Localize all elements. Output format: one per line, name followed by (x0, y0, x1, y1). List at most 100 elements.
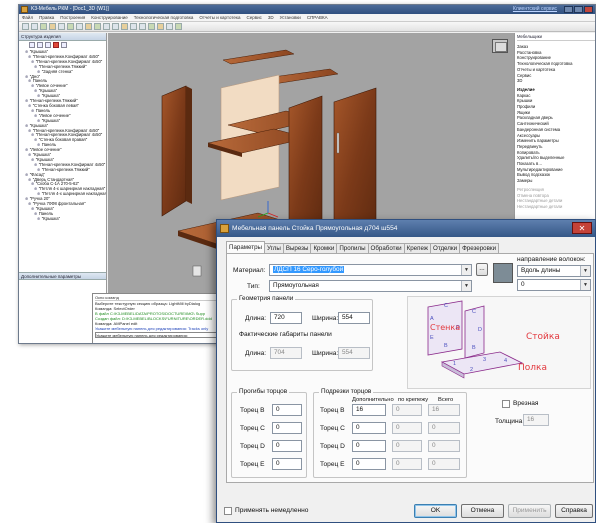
grain-angle-select[interactable]: 0 ▼ (517, 279, 591, 291)
tab-edges[interactable]: Кромки (310, 243, 338, 253)
menu-bar: Файл Правка Построения Конструирование Т… (19, 14, 595, 22)
extra-params-title: Дополнительные параметры (19, 272, 106, 280)
command-item[interactable]: 3D (517, 78, 595, 84)
tree-edit-icon[interactable] (37, 42, 43, 48)
panel-type-select[interactable]: Прямоугольная ▼ (269, 280, 472, 292)
rotate-icon[interactable] (94, 23, 101, 30)
tab-cutouts[interactable]: Вырезы (282, 243, 312, 253)
bend-e-input[interactable]: 0 (272, 458, 302, 470)
command-input[interactable]: Укажите мебельную панель для редактирова… (95, 332, 235, 338)
top-rail-back (222, 49, 295, 65)
bend-d-input[interactable]: 0 (272, 440, 302, 452)
command-item[interactable]: Нестандартные детали (517, 204, 595, 210)
measure-icon[interactable] (166, 23, 173, 30)
menu-item[interactable]: Отчеты и картотека (199, 14, 240, 21)
geometry-group: Геометрия панели Длина: 720 Ширина: 554 … (231, 295, 373, 371)
commands-section-main: Заказ Расстановка Конструирование Технологи… (517, 44, 595, 84)
material-value: ЛДСП 16 Серо-голубой (273, 266, 345, 273)
trim-c-label: Торец C (320, 425, 345, 432)
diagram-letter: C (472, 309, 476, 315)
bend-d-label: Торец D (240, 443, 265, 450)
grid-icon[interactable] (130, 23, 137, 30)
snap-icon[interactable] (121, 23, 128, 30)
redo-icon[interactable] (67, 23, 74, 30)
menu-item[interactable]: СПРАВКА (307, 14, 328, 21)
menu-item[interactable]: Технологическая подготовка (134, 14, 194, 21)
width-input[interactable]: 554 (338, 312, 370, 324)
menu-item[interactable]: Конструирование (91, 14, 128, 21)
trim-b-extra-input[interactable]: 16 (352, 404, 386, 416)
menu-item[interactable]: 3D (268, 14, 274, 21)
tab-machining[interactable]: Обработки (367, 243, 405, 253)
minimize-button[interactable] (564, 6, 573, 13)
menu-item[interactable]: Правка (39, 14, 54, 21)
chevron-down-icon: ▼ (580, 266, 590, 276)
window-controls (564, 6, 593, 13)
shade-icon[interactable] (157, 23, 164, 30)
view-cube-icon[interactable] (492, 39, 508, 53)
layer-icon[interactable] (112, 23, 119, 30)
close-button[interactable] (584, 6, 593, 13)
length-label: Длина: (245, 315, 267, 322)
trim-c-fastener-value: 0 (392, 422, 422, 434)
trim-e-extra-input[interactable]: 0 (352, 458, 386, 470)
menu-item[interactable]: Построения (60, 14, 85, 21)
ortho-icon[interactable] (139, 23, 146, 30)
diagram-letter: B (444, 343, 448, 349)
tree-toolbar (19, 41, 106, 49)
app-titlebar: K3-Мебель РКМ - [Doc1_3D (W1)] Клиентски… (19, 5, 595, 14)
tab-fasteners[interactable]: Крепеж (403, 243, 431, 253)
actual-width-value: 554 (338, 347, 370, 359)
zoom-icon[interactable] (76, 23, 83, 30)
view-icon[interactable] (103, 23, 110, 30)
undo-icon[interactable] (58, 23, 65, 30)
dialog-close-button[interactable]: ✕ (572, 222, 592, 234)
menu-item[interactable]: Файл (22, 14, 33, 21)
help-link[interactable]: Клиентский сервис (513, 5, 557, 14)
grain-direction-select[interactable]: Вдоль длины ▼ (517, 265, 591, 277)
new-file-icon[interactable] (22, 23, 29, 30)
diagram-letter: 4 (504, 358, 508, 364)
material-select[interactable]: ЛДСП 16 Серо-голубой ▼ (269, 264, 472, 276)
material-color-swatch[interactable] (493, 263, 513, 283)
leg-1 (192, 265, 202, 277)
print-icon[interactable] (49, 23, 56, 30)
render-icon[interactable] (148, 23, 155, 30)
tree-delete-icon[interactable] (53, 42, 59, 48)
apply-now-checkbox[interactable] (224, 507, 232, 515)
tree-node[interactable]: "Крышка" (21, 216, 104, 222)
trim-c-extra-input[interactable]: 0 (352, 422, 386, 434)
trim-d-extra-input[interactable]: 0 (352, 440, 386, 452)
maximize-button[interactable] (574, 6, 583, 13)
bend-c-input[interactable]: 0 (272, 422, 302, 434)
cancel-button[interactable]: Отмена (461, 504, 504, 518)
tab-grooves[interactable]: Пропилы (336, 243, 369, 253)
panel-type-value: Прямоугольная (273, 282, 319, 289)
trim-d-fastener-value: 0 (392, 440, 422, 452)
save-icon[interactable] (40, 23, 47, 30)
tab-parameters[interactable]: Параметры (226, 241, 265, 253)
material-browse-button[interactable]: ... (476, 263, 488, 276)
tab-milling[interactable]: Фрезеровки (459, 243, 500, 253)
diagram-letter: A (430, 316, 434, 322)
tab-corners[interactable]: Углы (263, 243, 284, 253)
tab-finishes[interactable]: Отделки (430, 243, 461, 253)
open-file-icon[interactable] (31, 23, 38, 30)
settings-icon[interactable] (175, 23, 182, 30)
tree-add-icon[interactable] (29, 42, 35, 48)
menu-item[interactable]: Установки (280, 14, 301, 21)
command-item[interactable]: Замеры (517, 178, 595, 184)
apply-button[interactable]: Применить (508, 504, 551, 518)
tree-copy-icon[interactable] (45, 42, 51, 48)
trim-c-total-value: 0 (428, 422, 460, 434)
bend-b-input[interactable]: 0 (272, 404, 302, 416)
diagram-letter: 3 (483, 357, 487, 363)
inset-checkbox[interactable] (502, 400, 510, 408)
tree-refresh-icon[interactable] (61, 42, 67, 48)
ok-button[interactable]: OK (414, 504, 457, 518)
length-input[interactable]: 720 (270, 312, 302, 324)
menu-item[interactable]: Сервис (246, 14, 261, 21)
help-button[interactable]: Справка (555, 504, 593, 518)
pan-icon[interactable] (85, 23, 92, 30)
edge-trims-caption: Подрезки торцов (319, 388, 374, 395)
